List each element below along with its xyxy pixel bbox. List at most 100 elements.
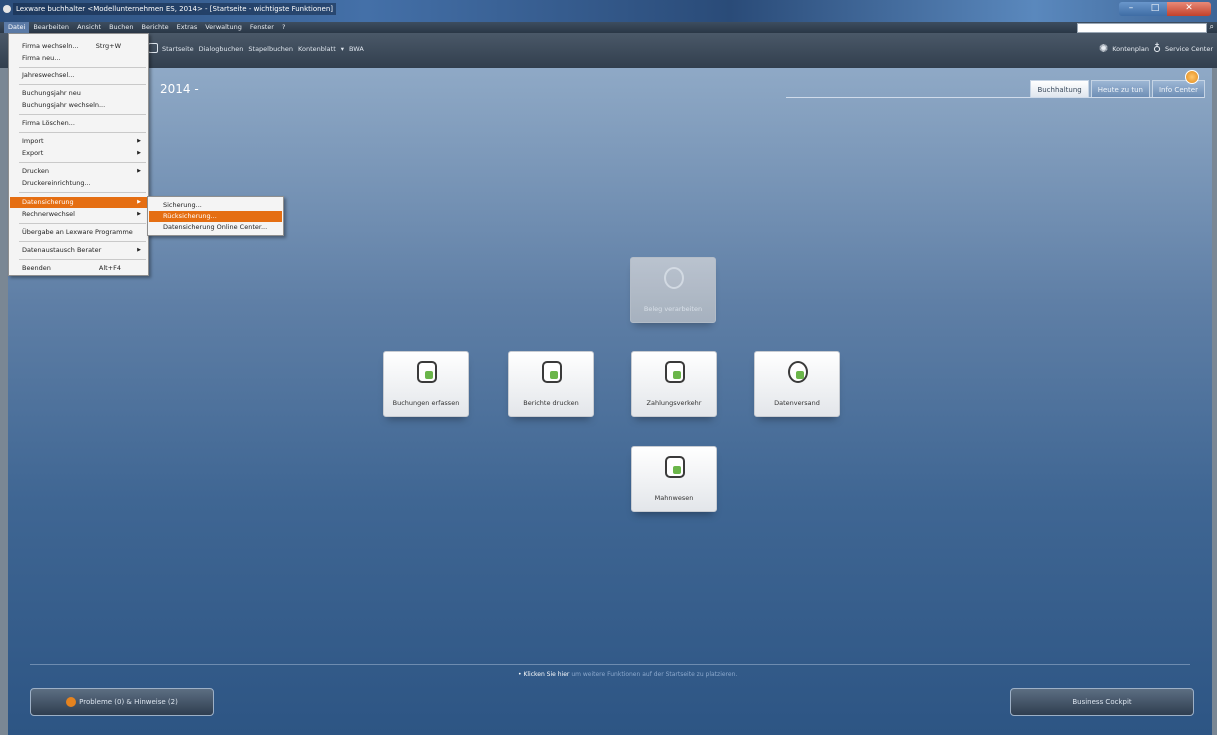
menu-separator: [19, 114, 146, 115]
chevron-right-icon: ▶: [137, 150, 141, 156]
business-cockpit-button[interactable]: Business Cockpit: [1010, 688, 1194, 716]
search-icon[interactable]: ⌕: [1210, 22, 1214, 32]
window-controls: – □ ✕: [1119, 2, 1211, 16]
menu-item-rechnerwechsel[interactable]: Rechnerwechsel ▶: [10, 209, 147, 220]
menu-item-label: Firma wechseln...: [22, 42, 79, 50]
nav-stapelbuchen[interactable]: Stapelbuchen: [248, 45, 293, 53]
divider: [30, 664, 1190, 665]
quick-nav: Startseite Dialogbuchen Stapelbuchen Kon…: [162, 45, 364, 53]
menu-separator: [19, 162, 146, 163]
menu-separator: [19, 223, 146, 224]
menu-ansicht[interactable]: Ansicht: [73, 22, 105, 33]
menu-separator: [19, 192, 146, 193]
menu-item-drucken[interactable]: Drucken ▶: [10, 166, 147, 177]
tile-datenversand[interactable]: Datenversand: [754, 351, 840, 417]
nav-startseite[interactable]: Startseite: [162, 45, 194, 53]
tile-berichte-drucken[interactable]: Berichte drucken: [508, 351, 594, 417]
datensicherung-submenu: Sicherung... Rücksicherung... Datensiche…: [147, 196, 284, 236]
menu-item-datenaustausch-berater[interactable]: Datenaustausch Berater ▶: [10, 245, 147, 256]
menu-item-firma-wechseln[interactable]: Firma wechseln... Strg+W: [10, 41, 147, 52]
problems-button[interactable]: Probleme (0) & Hinweise (2): [30, 688, 214, 716]
menu-item-label: Beenden: [22, 264, 51, 272]
tab-info-center[interactable]: Info Center: [1151, 80, 1205, 98]
menu-item-datensicherung[interactable]: Datensicherung ▶: [10, 197, 147, 208]
menu-item-label: Rechnerwechsel: [22, 210, 75, 218]
submenu-item-sicherung[interactable]: Sicherung...: [149, 200, 282, 211]
menu-separator: [19, 67, 146, 68]
kontenplan-icon[interactable]: ✺: [1099, 42, 1108, 55]
chevron-right-icon: ▶: [137, 138, 141, 144]
tile-label: Berichte drucken: [523, 399, 579, 407]
toolbar: Startseite Dialogbuchen Stapelbuchen Kon…: [0, 33, 1217, 68]
menu-item-label: Datenaustausch Berater: [22, 246, 102, 254]
menu-item-buchungsjahr-wechseln[interactable]: Buchungsjahr wechseln...: [10, 100, 147, 111]
menu-datei[interactable]: Datei: [4, 22, 30, 33]
menu-item-firma-loeschen[interactable]: Firma Löschen...: [10, 118, 147, 129]
kontenplan-button[interactable]: Kontenplan: [1112, 45, 1149, 53]
search-input[interactable]: [1077, 23, 1207, 33]
chevron-right-icon: ▶: [137, 211, 141, 217]
tile-beleg-verarbeiten[interactable]: Beleg verarbeiten: [630, 257, 716, 323]
click-hint[interactable]: • Klicken Sie hier um weitere Funktionen…: [518, 671, 737, 678]
lightbulb-icon[interactable]: ♁: [1153, 42, 1161, 55]
menu-item-export[interactable]: Export ▶: [10, 148, 147, 159]
menu-item-beenden[interactable]: Beenden Alt+F4: [10, 263, 147, 274]
menu-item-firma-neu[interactable]: Firma neu...: [10, 53, 147, 64]
menu-item-druckereinrichtung[interactable]: Druckereinrichtung...: [10, 178, 147, 189]
menu-item-label: Import: [22, 137, 44, 145]
tile-label: Datenversand: [774, 399, 820, 407]
submenu-item-online-center[interactable]: Datensicherung Online Center...: [149, 222, 282, 233]
exchange-icon: [788, 361, 808, 383]
tile-zahlungsverkehr[interactable]: Zahlungsverkehr: [631, 351, 717, 417]
page-title: 2014 -: [160, 82, 199, 96]
menu-verwaltung[interactable]: Verwaltung: [201, 22, 246, 33]
menu-extras[interactable]: Extras: [173, 22, 202, 33]
menu-item-import[interactable]: Import ▶: [10, 136, 147, 147]
nav-bwa[interactable]: BWA: [349, 45, 364, 53]
menu-fenster[interactable]: Fenster: [246, 22, 278, 33]
notification-badge: [1185, 70, 1199, 84]
click-hint-text: um weitere Funktionen auf der Startseite…: [571, 671, 738, 678]
report-icon: [542, 361, 562, 383]
service-center-button[interactable]: Service Center: [1165, 45, 1213, 53]
menu-item-label: Export: [22, 149, 44, 157]
nav-dialogbuchen[interactable]: Dialogbuchen: [199, 45, 244, 53]
menu-separator: [19, 259, 146, 260]
menu-item-uebergabe[interactable]: Übergabe an Lexware Programme: [10, 227, 147, 238]
minimize-button[interactable]: –: [1119, 2, 1143, 16]
menu-item-label: Drucken: [22, 167, 50, 175]
home-icon[interactable]: [148, 43, 158, 53]
problems-label: Probleme (0) & Hinweise (2): [79, 698, 178, 706]
file-menu: Firma wechseln... Strg+W Firma neu... Ja…: [8, 33, 149, 276]
menu-berichte[interactable]: Berichte: [137, 22, 172, 33]
close-button[interactable]: ✕: [1167, 2, 1211, 16]
window-title: Lexware buchhalter <Modellunternehmen ES…: [13, 3, 337, 15]
menu-item-buchungsjahr-neu[interactable]: Buchungsjahr neu: [10, 88, 147, 99]
click-hint-link[interactable]: • Klicken Sie hier: [518, 671, 569, 678]
tile-buchungen-erfassen[interactable]: Buchungen erfassen: [383, 351, 469, 417]
tile-mahnwesen[interactable]: Mahnwesen: [631, 446, 717, 512]
menu-buchen[interactable]: Buchen: [105, 22, 137, 33]
menu-help[interactable]: ?: [278, 22, 289, 33]
menu-item-label: Datensicherung: [22, 198, 74, 206]
euro-icon: [665, 456, 685, 478]
nav-kontenblatt[interactable]: Kontenblatt: [298, 45, 336, 53]
menu-item-jahreswechsel[interactable]: Jahreswechsel...: [10, 70, 147, 81]
menu-bar: Datei Bearbeiten Ansicht Buchen Berichte…: [0, 22, 1217, 33]
shortcut-label: Alt+F4: [98, 264, 121, 272]
shortcut-label: Strg+W: [95, 42, 121, 50]
tab-heute-zu-tun[interactable]: Heute zu tun: [1090, 80, 1150, 98]
tab-buchhaltung[interactable]: Buchhaltung: [1030, 80, 1089, 98]
title-bar: Lexware buchhalter <Modellunternehmen ES…: [0, 0, 1217, 22]
gear-icon: [664, 267, 684, 289]
divider: [786, 97, 1204, 98]
app-icon: [3, 5, 11, 13]
menu-bearbeiten[interactable]: Bearbeiten: [29, 22, 73, 33]
chevron-down-icon[interactable]: ▾: [341, 45, 344, 53]
tile-label: Beleg verarbeiten: [643, 305, 703, 313]
chevron-right-icon: ▶: [137, 199, 141, 205]
menu-separator: [19, 84, 146, 85]
submenu-item-ruecksicherung[interactable]: Rücksicherung...: [149, 211, 282, 222]
maximize-button[interactable]: □: [1143, 2, 1167, 16]
tile-label: Mahnwesen: [654, 494, 694, 502]
